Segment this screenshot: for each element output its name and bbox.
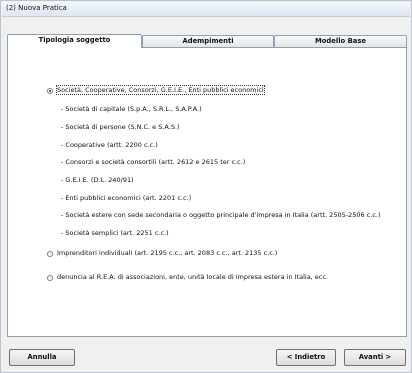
- sub-item: - Società di capitale (S.p.A., S.R.L., S…: [61, 105, 202, 113]
- radio-imprenditori[interactable]: [47, 251, 53, 257]
- indietro-button[interactable]: < Indietro: [276, 349, 336, 366]
- tab-tipologia-soggetto[interactable]: Tipologia soggetto: [7, 34, 142, 48]
- radio-imprenditori-label[interactable]: Imprenditori individuali (art. 2195 c.c.…: [57, 249, 277, 257]
- radio-rea-label[interactable]: denuncia al R.E.A. di associazioni, ente…: [57, 273, 328, 281]
- tab-modello-base[interactable]: Modello Base: [274, 35, 407, 47]
- wizard-window: (2) Nuova Pratica Tipologia soggetto Ade…: [0, 0, 412, 373]
- sub-item: - Consorzi e società consortili (artt. 2…: [61, 158, 246, 166]
- radio-rea[interactable]: [47, 275, 53, 281]
- sub-item: - Cooperative (artt. 2200 c.c.): [61, 141, 158, 149]
- radio-societa[interactable]: [47, 88, 53, 94]
- sub-item: - G.E.I.E. (D.L. 240/91): [61, 176, 134, 184]
- radio-societa-label[interactable]: Società, Cooperative, Consorzi, G.E.I.E.…: [56, 85, 265, 95]
- sub-item: - Società estere con sede secondaria o o…: [61, 211, 381, 219]
- annulla-button[interactable]: Annulla: [9, 349, 75, 366]
- title-bar: (2) Nuova Pratica: [2, 2, 410, 17]
- sub-item: - Società semplici (art. 2251 c.c.): [61, 229, 169, 237]
- window-title: (2) Nuova Pratica: [6, 4, 67, 12]
- sub-item: - Enti pubblici economici (art. 2201 c.c…: [61, 194, 192, 202]
- tab-adempimenti[interactable]: Adempimenti: [142, 35, 274, 47]
- avanti-button[interactable]: Avanti >: [344, 349, 406, 366]
- tab-panel: Società, Cooperative, Consorzi, G.E.I.E.…: [7, 47, 407, 337]
- sub-item: - Società di persone (S.N.C. e S.A.S.): [61, 123, 180, 131]
